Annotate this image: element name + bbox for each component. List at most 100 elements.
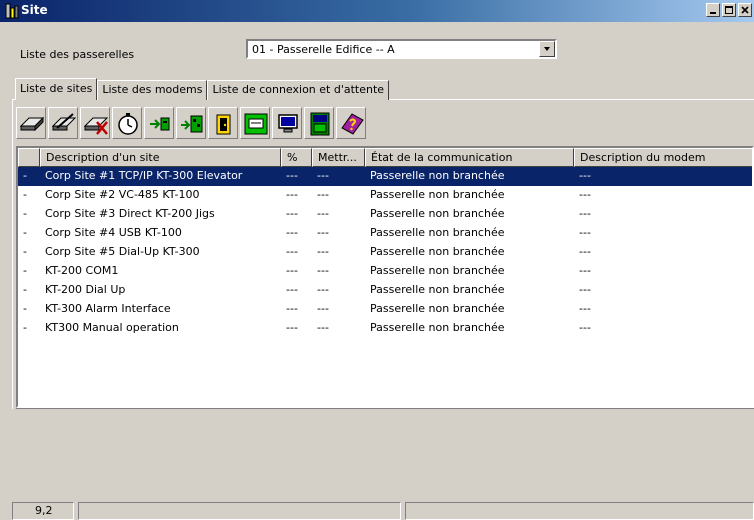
row-update-cell: ---: [317, 226, 329, 239]
toolbar: [16, 107, 366, 141]
row-communication-state-cell: Passerelle non branchée: [370, 245, 505, 258]
row-status-cell: -: [23, 169, 27, 182]
close-button[interactable]: [738, 3, 752, 17]
table-row[interactable]: - Corp Site #4 USB KT-100 --- --- Passerelle…: [18, 224, 752, 243]
row-status-cell: -: [23, 264, 27, 277]
column-header-update[interactable]: Mettr...: [312, 148, 365, 167]
column-header-percent[interactable]: %: [281, 148, 312, 167]
row-modem-description-cell: ---: [579, 188, 591, 201]
serial-number-icon: [310, 112, 330, 136]
row-percent-cell: ---: [286, 264, 298, 277]
row-update-cell: ---: [317, 321, 329, 334]
edit-site-button[interactable]: [48, 107, 78, 139]
edit-site-icon: [51, 113, 77, 131]
row-modem-description-cell: ---: [579, 245, 591, 258]
tab-strip: Liste de sites Liste des modems Liste de…: [15, 78, 390, 100]
minimize-button[interactable]: [706, 3, 720, 17]
schedule-button[interactable]: [112, 107, 142, 139]
details-panel: [16, 408, 754, 490]
site-list[interactable]: Description d'un site % Mettr... État de…: [16, 146, 754, 408]
column-header-communication-state[interactable]: État de la communication: [365, 148, 574, 167]
row-status-cell: -: [23, 321, 27, 334]
row-communication-state-cell: Passerelle non branchée: [370, 283, 505, 296]
add-site-button[interactable]: [16, 107, 46, 139]
row-percent-cell: ---: [286, 188, 298, 201]
network-button[interactable]: [240, 107, 270, 139]
row-modem-description-cell: ---: [579, 302, 591, 315]
tab-connection-list[interactable]: Liste de connexion et d'attente: [207, 80, 390, 100]
gateway-select[interactable]: 01 - Passerelle Edifice -- A: [246, 39, 557, 59]
row-modem-description-cell: ---: [579, 169, 591, 182]
row-update-cell: ---: [317, 245, 329, 258]
help-book-icon: [341, 113, 364, 135]
list-header: Description d'un site % Mettr... État de…: [18, 148, 752, 167]
tab-modem-list[interactable]: Liste des modems: [97, 80, 208, 100]
maximize-icon: [725, 6, 733, 14]
row-description-cell: KT300 Manual operation: [45, 321, 179, 334]
gateway-select-value: 01 - Passerelle Edifice -- A: [252, 43, 395, 56]
row-description-cell: Corp Site #2 VC-485 KT-100: [45, 188, 200, 201]
monitor-button[interactable]: [272, 107, 302, 139]
table-row[interactable]: - KT-200 Dial Up --- --- Passerelle non bran…: [18, 281, 752, 300]
row-update-cell: ---: [317, 207, 329, 220]
row-update-cell: ---: [317, 169, 329, 182]
tab-site-list[interactable]: Liste de sites: [15, 78, 98, 100]
exit-door-icon: [216, 114, 231, 135]
table-row[interactable]: - KT-300 Alarm Interface --- --- Passerelle …: [18, 300, 752, 319]
row-percent-cell: ---: [286, 283, 298, 296]
row-percent-cell: ---: [286, 321, 298, 334]
status-bar: 9,2: [0, 500, 754, 520]
row-percent-cell: ---: [286, 302, 298, 315]
table-row[interactable]: - KT300 Manual operation --- --- Passerelle …: [18, 319, 752, 338]
status-panel-middle: [78, 502, 401, 520]
send-arrow-icon: [150, 117, 170, 131]
site-app-icon: [5, 3, 19, 19]
window-title: Site: [21, 3, 48, 17]
table-row[interactable]: - KT-200 COM1 --- --- Passerelle non branché…: [18, 262, 752, 281]
delete-site-button[interactable]: [80, 107, 110, 139]
transfer-button[interactable]: [176, 107, 206, 139]
transfer-icon: [181, 115, 203, 133]
add-site-icon: [19, 116, 45, 132]
row-percent-cell: ---: [286, 207, 298, 220]
maximize-button[interactable]: [722, 3, 736, 17]
row-modem-description-cell: ---: [579, 264, 591, 277]
row-modem-description-cell: ---: [579, 207, 591, 220]
row-description-cell: KT-200 Dial Up: [45, 283, 126, 296]
row-update-cell: ---: [317, 302, 329, 315]
row-modem-description-cell: ---: [579, 283, 591, 296]
row-description-cell: Corp Site #3 Direct KT-200 Jigs: [45, 207, 215, 220]
row-communication-state-cell: Passerelle non branchée: [370, 302, 505, 315]
network-icon: [244, 113, 268, 135]
column-header-status[interactable]: [18, 148, 40, 167]
help-button[interactable]: [336, 107, 366, 139]
row-status-cell: -: [23, 245, 27, 258]
row-status-cell: -: [23, 226, 27, 239]
column-header-description[interactable]: Description d'un site: [40, 148, 281, 167]
send-button[interactable]: [144, 107, 174, 139]
dropdown-button[interactable]: [539, 41, 555, 57]
table-row[interactable]: - Corp Site #5 Dial-Up KT-300 --- --- Passer…: [18, 243, 752, 262]
exit-button[interactable]: [208, 107, 238, 139]
row-status-cell: -: [23, 188, 27, 201]
schedule-clock-icon: [118, 113, 138, 135]
row-description-cell: KT-300 Alarm Interface: [45, 302, 171, 315]
column-header-modem-description[interactable]: Description du modem: [574, 148, 752, 167]
row-status-cell: -: [23, 302, 27, 315]
table-row[interactable]: - Corp Site #3 Direct KT-200 Jigs --- --- Pa…: [18, 205, 752, 224]
row-communication-state-cell: Passerelle non branchée: [370, 226, 505, 239]
title-bar[interactable]: Site: [0, 0, 754, 22]
status-version-panel: 9,2: [12, 502, 74, 520]
row-status-cell: -: [23, 283, 27, 296]
table-row[interactable]: - Corp Site #2 VC-485 KT-100 --- --- Passere…: [18, 186, 752, 205]
row-modem-description-cell: ---: [579, 226, 591, 239]
row-description-cell: KT-200 COM1: [45, 264, 119, 277]
serial-number-button[interactable]: [304, 107, 334, 139]
row-modem-description-cell: ---: [579, 321, 591, 334]
row-communication-state-cell: Passerelle non branchée: [370, 264, 505, 277]
status-panel-right: [405, 502, 754, 520]
row-percent-cell: ---: [286, 169, 298, 182]
row-communication-state-cell: Passerelle non branchée: [370, 169, 505, 182]
row-description-cell: Corp Site #4 USB KT-100: [45, 226, 182, 239]
table-row[interactable]: - Corp Site #1 TCP/IP KT-300 Elevator --- -…: [18, 167, 752, 186]
